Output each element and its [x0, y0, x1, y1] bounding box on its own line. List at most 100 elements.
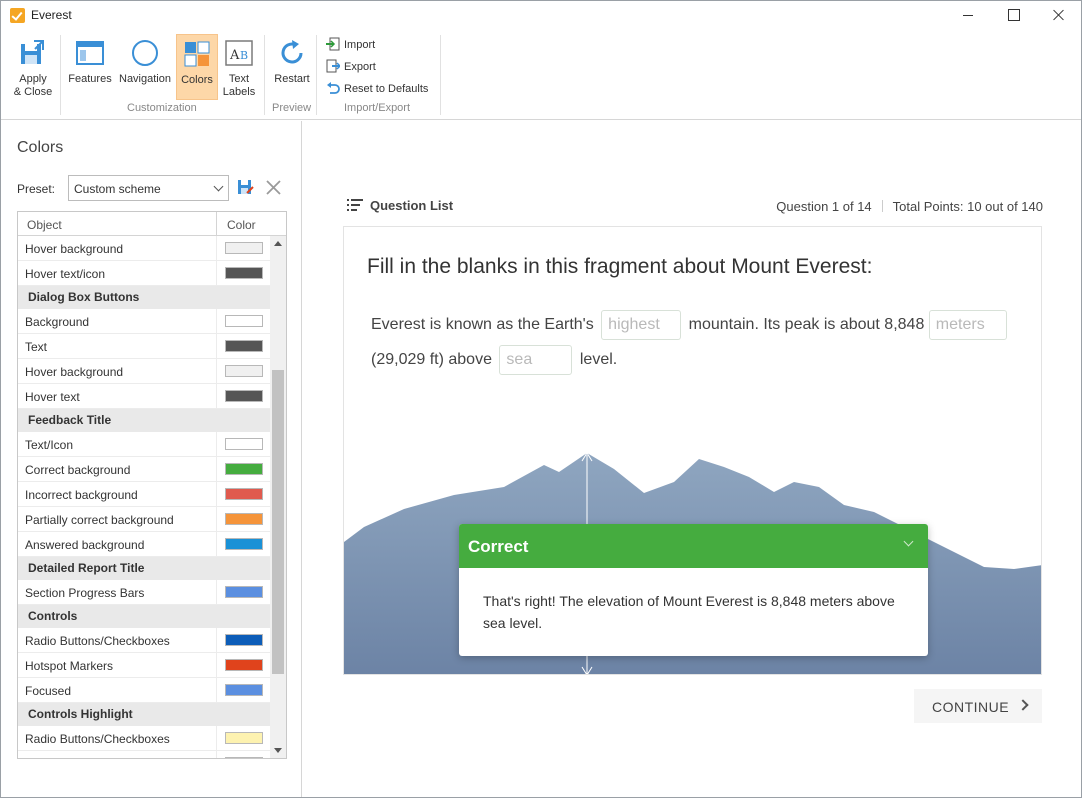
table-row[interactable]: Focused: [18, 678, 270, 703]
row-label: Partially correct background: [25, 513, 174, 527]
restart-arrow-icon: [281, 40, 303, 64]
restart-label: Restart: [274, 73, 310, 85]
column-header-color: Color: [227, 218, 256, 232]
info-divider: [881, 200, 883, 212]
colors-button[interactable]: Colors: [176, 34, 218, 100]
text-labels-icon: A B: [225, 40, 253, 66]
list-icon: [347, 199, 363, 211]
apply-close-label: Apply & Close: [13, 73, 53, 98]
chevron-right-icon: [1017, 699, 1029, 711]
reset-defaults-button[interactable]: Reset to Defaults: [326, 81, 428, 99]
features-label: Features: [68, 73, 112, 85]
section-header: Dialog Box Buttons: [18, 286, 270, 309]
preview-area: Question List Question 1 of 14 Total Poin…: [303, 121, 1081, 797]
table-row[interactable]: Hotspot Markers: [18, 653, 270, 678]
table-row[interactable]: Hover text/icon: [18, 261, 270, 286]
import-button[interactable]: Import: [326, 37, 375, 55]
table-row[interactable]: Incorrect background: [18, 482, 270, 507]
color-swatch[interactable]: [225, 757, 263, 758]
colors-label: Colors: [181, 74, 213, 86]
table-scrollbar[interactable]: [270, 236, 286, 758]
svg-text:A: A: [229, 48, 240, 63]
color-swatch[interactable]: [225, 586, 263, 598]
section-header: Controls Highlight: [18, 703, 270, 726]
minimize-button[interactable]: [944, 1, 990, 31]
feedback-message: That's right! The elevation of Mount Eve…: [483, 593, 895, 631]
group-preview-label: Preview: [272, 102, 312, 114]
table-row[interactable]: Text/Icon: [18, 432, 270, 457]
navigation-button[interactable]: Navigation: [115, 34, 175, 100]
ribbon-separator: [60, 35, 61, 115]
table-row[interactable]: Hover background: [18, 359, 270, 384]
color-swatch[interactable]: [225, 390, 263, 402]
scrollbar-thumb[interactable]: [272, 370, 284, 674]
save-scheme-icon[interactable]: [237, 179, 254, 196]
scroll-up-arrow-icon[interactable]: [274, 241, 282, 246]
color-swatch[interactable]: [225, 315, 263, 327]
color-swatch[interactable]: [225, 438, 263, 450]
compass-icon: [132, 40, 158, 66]
question-info: Question 1 of 14 Total Points: 10 out of …: [776, 199, 1043, 214]
row-label: Hover background: [25, 242, 124, 256]
blank-input-3[interactable]: sea: [499, 344, 573, 375]
apply-close-button[interactable]: Apply & Close: [7, 34, 59, 100]
row-label: Hover text: [25, 390, 80, 404]
total-points: Total Points: 10 out of 140: [892, 199, 1043, 214]
continue-button[interactable]: CONTINUE: [914, 689, 1042, 723]
table-row[interactable]: Section Progress Bars: [18, 580, 270, 605]
preset-dropdown[interactable]: Custom scheme: [68, 175, 229, 201]
chevron-down-icon: [213, 181, 224, 192]
color-swatch[interactable]: [225, 488, 263, 500]
close-window-button[interactable]: [1036, 1, 1081, 31]
restart-button[interactable]: Restart: [271, 34, 313, 100]
maximize-button[interactable]: [990, 1, 1036, 31]
table-row[interactable]: Correct background: [18, 457, 270, 482]
color-swatch[interactable]: [225, 513, 263, 525]
table-row[interactable]: Radio Buttons/Checkboxes: [18, 628, 270, 653]
question-title: Fill in the blanks in this fragment abou…: [367, 255, 873, 278]
text-labels-button[interactable]: A B Text Labels: [219, 34, 259, 100]
cell-divider: [216, 432, 217, 456]
blank-input-2[interactable]: meters: [928, 309, 1007, 340]
question-list-label: Question List: [370, 198, 454, 213]
color-swatch[interactable]: [225, 463, 263, 475]
table-row[interactable]: Buttons/M...: [18, 751, 270, 758]
color-swatch[interactable]: [225, 634, 263, 646]
row-label: Correct background: [25, 463, 131, 477]
color-swatch[interactable]: [225, 365, 263, 377]
ribbon-separator: [440, 35, 441, 115]
chevron-down-icon[interactable]: [903, 536, 914, 547]
table-row[interactable]: Radio Buttons/Checkboxes: [18, 726, 270, 751]
color-swatch[interactable]: [225, 659, 263, 671]
row-label: Section Progress Bars: [25, 586, 145, 600]
color-swatch[interactable]: [225, 267, 263, 279]
cell-divider: [216, 309, 217, 333]
delete-scheme-icon[interactable]: [265, 179, 282, 196]
blank-input-1[interactable]: highest: [601, 309, 682, 340]
scroll-down-arrow-icon[interactable]: [274, 748, 282, 753]
cell-divider: [216, 580, 217, 604]
table-row[interactable]: Background: [18, 309, 270, 334]
cell-divider: [216, 334, 217, 358]
group-import-export-label: Import/Export: [344, 102, 411, 114]
feedback-title: Correct: [468, 537, 529, 556]
table-row[interactable]: Hover background: [18, 236, 270, 261]
export-button[interactable]: Export: [326, 59, 376, 77]
color-swatch[interactable]: [225, 538, 263, 550]
reset-defaults-label: Reset to Defaults: [344, 83, 429, 95]
text-fragment: (29,029 ft) above: [371, 351, 492, 368]
table-row[interactable]: Hover text: [18, 384, 270, 409]
section-label: Feedback Title: [28, 413, 112, 427]
color-swatch[interactable]: [225, 242, 263, 254]
color-swatch[interactable]: [225, 684, 263, 696]
table-row[interactable]: Partially correct background: [18, 507, 270, 532]
color-swatch[interactable]: [225, 340, 263, 352]
color-swatch[interactable]: [225, 732, 263, 744]
features-button[interactable]: Features: [65, 34, 115, 100]
app-window: Everest Apply & Close Features Navigatio…: [0, 0, 1082, 798]
table-row[interactable]: Answered background: [18, 532, 270, 557]
table-row[interactable]: Text: [18, 334, 270, 359]
question-list-button[interactable]: Question List: [347, 198, 453, 213]
feedback-header[interactable]: Correct: [459, 524, 928, 568]
row-label: Buttons/M...: [25, 757, 89, 758]
